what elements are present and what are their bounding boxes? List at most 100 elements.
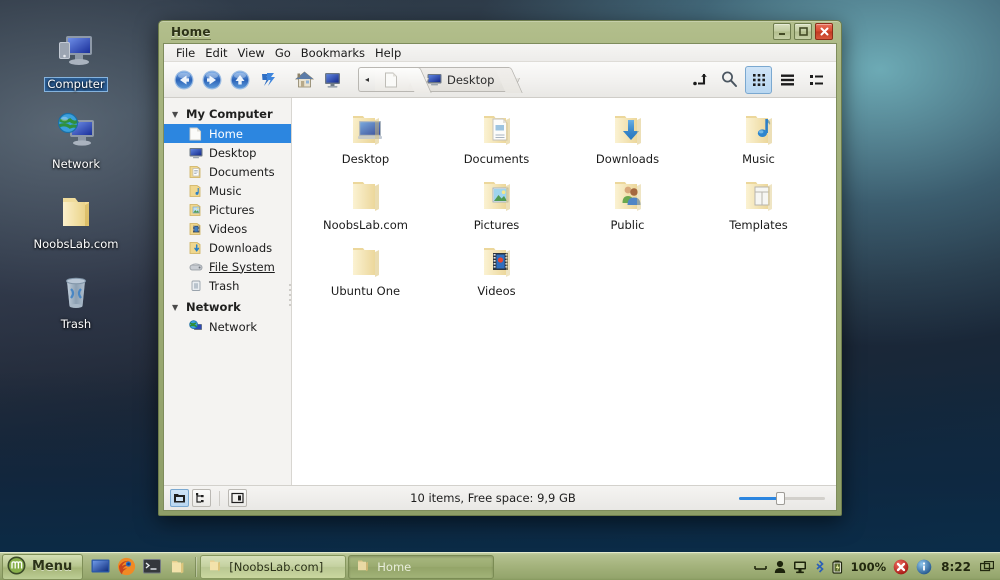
trash-icon [30, 268, 122, 314]
file-manager-icon[interactable] [165, 554, 191, 580]
task-button[interactable]: Home [348, 554, 495, 579]
file-manager-window[interactable]: Home File Edit View Go Bookmarks Help ◂ … [158, 20, 842, 516]
file-label: Desktop [341, 152, 390, 166]
desktop-icon-network[interactable]: Network [30, 108, 122, 172]
menu-view[interactable]: View [233, 45, 270, 61]
sidebar-item-label: Desktop [209, 145, 257, 160]
window-titlebar[interactable]: Home [163, 21, 837, 43]
view-icons-button[interactable] [745, 65, 772, 94]
sidebar-item-network[interactable]: Network [164, 317, 291, 336]
file-label: Public [610, 218, 645, 232]
desktop-monitor-icon [427, 73, 442, 86]
taskbar: Menu [NoobsLab.com] Home 100% 8:22 [0, 552, 1000, 580]
file-list-area[interactable]: Desktop Documents Downloads Music NoobsL… [292, 98, 836, 485]
menu-help[interactable]: Help [370, 45, 406, 61]
task-button[interactable]: [NoobsLab.com] [200, 554, 347, 579]
desktop-icon-list: Computer Network NoobsLab.com Trash [30, 28, 122, 348]
menu-file[interactable]: File [171, 45, 200, 61]
sidebar-item-videos[interactable]: Videos [164, 219, 291, 238]
user-icon[interactable] [774, 560, 786, 574]
menu-go[interactable]: Go [270, 45, 296, 61]
file-item[interactable]: Templates [693, 174, 824, 238]
start-menu-button[interactable]: Menu [2, 553, 84, 580]
folder-plain-icon [344, 176, 388, 216]
breadcrumb-collapse-button[interactable]: ◂ [358, 67, 375, 92]
battery-icon[interactable] [832, 560, 844, 574]
harddisk-icon [188, 260, 203, 274]
display-icon[interactable] [793, 560, 807, 574]
file-item[interactable]: Music [693, 108, 824, 172]
sidebar-item-downloads[interactable]: Downloads [164, 238, 291, 257]
network-globe-icon [30, 108, 122, 154]
file-item[interactable]: Pictures [431, 174, 562, 238]
sidebar-item-pictures[interactable]: Pictures [164, 200, 291, 219]
info-icon[interactable] [916, 559, 932, 575]
bluetooth-icon[interactable] [814, 560, 825, 573]
workspace-switcher-icon[interactable] [980, 560, 994, 573]
file-item[interactable]: Downloads [562, 108, 693, 172]
network-globe-icon [188, 320, 203, 334]
file-item[interactable]: NoobsLab.com [300, 174, 431, 238]
sidebar-group-my-computer[interactable]: ▼ My Computer [164, 104, 291, 124]
show-desktop-icon[interactable] [87, 554, 113, 580]
home-page-icon [188, 127, 203, 141]
breadcrumb-item-desktop[interactable]: Desktop [418, 67, 510, 92]
firefox-icon[interactable] [113, 554, 139, 580]
search-button[interactable] [716, 66, 743, 94]
file-item[interactable]: Ubuntu One [300, 240, 431, 304]
sidebar-item-documents[interactable]: Documents [164, 162, 291, 181]
maximize-button[interactable] [794, 23, 812, 40]
view-compact-button[interactable] [803, 66, 830, 94]
sidebar-item-home[interactable]: Home [164, 124, 291, 143]
location-entry-button[interactable] [687, 66, 714, 94]
computer-button[interactable] [319, 66, 346, 94]
back-button[interactable] [170, 66, 197, 94]
desktop-icon-trash[interactable]: Trash [30, 268, 122, 332]
keyboard-icon[interactable] [753, 561, 767, 572]
clock[interactable]: 8:22 [941, 560, 971, 574]
menu-edit[interactable]: Edit [200, 45, 232, 61]
breadcrumb-item-root[interactable] [375, 67, 418, 92]
sidebar[interactable]: ▼ My Computer Home Desktop Documents Mus… [164, 98, 292, 485]
folder-desktop-icon [344, 110, 388, 150]
forward-button[interactable] [198, 66, 225, 94]
task-list: [NoobsLab.com] Home [200, 554, 753, 579]
reload-button[interactable] [254, 66, 281, 94]
close-button[interactable] [815, 23, 833, 40]
sidebar-item-label: Videos [209, 221, 248, 236]
folder-videos-icon [475, 242, 519, 282]
toggle-sidebar-button[interactable] [228, 489, 247, 507]
file-item[interactable]: Documents [431, 108, 562, 172]
zoom-slider-knob[interactable] [776, 492, 786, 505]
window-controls [773, 23, 833, 40]
sidebar-group-network[interactable]: ▼ Network [164, 297, 291, 317]
zoom-slider[interactable] [739, 490, 825, 506]
folder-downloads-icon [606, 110, 650, 150]
up-button[interactable] [226, 66, 253, 94]
menu-bookmarks[interactable]: Bookmarks [296, 45, 370, 61]
file-label: Music [742, 152, 775, 166]
show-tree-button[interactable] [192, 489, 211, 507]
home-button[interactable] [291, 66, 318, 94]
file-item[interactable]: Desktop [300, 108, 431, 172]
sidebar-item-label: Home [209, 126, 243, 141]
sidebar-item-file-system[interactable]: File System [164, 257, 291, 276]
desktop-icon-noobslab[interactable]: NoobsLab.com [30, 188, 122, 252]
documents-folder-icon [188, 165, 203, 179]
file-item[interactable]: Videos [431, 240, 562, 304]
desktop[interactable]: Computer Network NoobsLab.com Trash Home… [0, 0, 1000, 580]
desktop-icon-computer[interactable]: Computer [30, 28, 122, 92]
show-folders-button[interactable] [170, 489, 189, 507]
minimize-button[interactable] [773, 23, 791, 40]
sidebar-item-trash[interactable]: Trash [164, 276, 291, 295]
terminal-icon[interactable] [139, 554, 165, 580]
computer-icon [30, 28, 122, 74]
file-item[interactable]: Public [562, 174, 693, 238]
status-bar: 10 items, Free space: 9,9 GB [164, 485, 836, 510]
update-error-icon[interactable] [893, 559, 909, 575]
window-title: Home [171, 24, 211, 40]
view-list-button[interactable] [774, 66, 801, 94]
sidebar-item-desktop[interactable]: Desktop [164, 143, 291, 162]
sidebar-item-music[interactable]: Music [164, 181, 291, 200]
desktop-icon-label: Trash [60, 317, 92, 331]
